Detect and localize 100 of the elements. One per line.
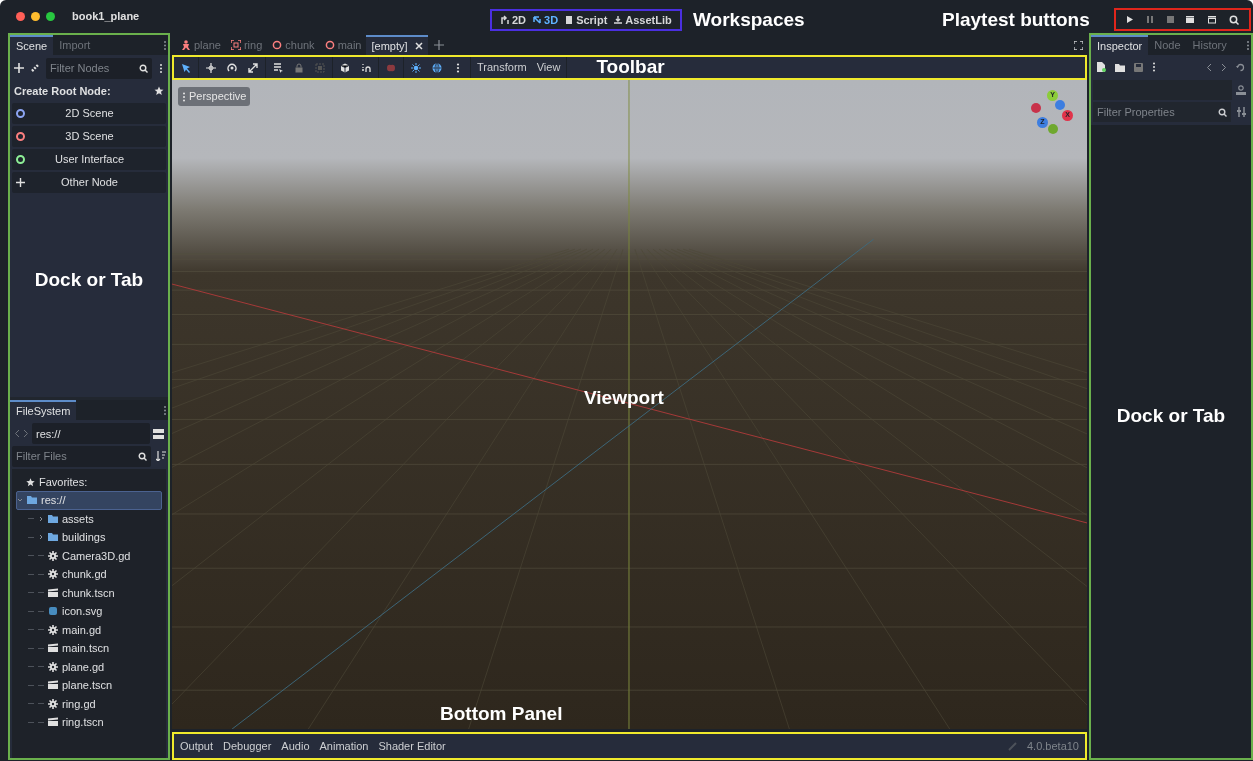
clapperboard-icon[interactable] xyxy=(1207,15,1218,24)
gizmo-ball-icon xyxy=(1031,103,1041,113)
search-box[interactable]: Filter Properties xyxy=(1093,102,1231,122)
pause-icon[interactable] xyxy=(1145,15,1154,24)
filter-field[interactable]: Filter Files xyxy=(16,447,138,465)
more-icon xyxy=(182,91,186,102)
panel-tab[interactable]: Inspector xyxy=(1091,35,1149,55)
gear-icon xyxy=(48,624,58,635)
favorites-item[interactable]: Favorites: xyxy=(12,473,166,491)
gizmo-ball-icon xyxy=(1055,100,1065,110)
bottom-panel-tab[interactable]: Animation xyxy=(319,737,369,755)
path-field[interactable]: res:// xyxy=(32,423,150,444)
annotation-label: Toolbar xyxy=(596,55,665,80)
gear-icon xyxy=(48,661,58,672)
section-heading: Create Root Node: xyxy=(14,83,111,99)
sort-icon[interactable] xyxy=(156,451,166,461)
search-box[interactable]: Filter Nodes xyxy=(46,57,152,79)
search-icon xyxy=(1218,107,1227,117)
bottom-panel-tab[interactable]: Audio xyxy=(281,737,310,755)
bracket-square-icon xyxy=(230,40,241,50)
document-tab[interactable]: [empty] xyxy=(366,35,428,55)
star-icon xyxy=(26,477,35,487)
workspace-tab[interactable]: Script xyxy=(564,11,608,29)
plus-icon xyxy=(16,178,25,187)
clapperboard-icon xyxy=(48,587,58,598)
lock-icon[interactable] xyxy=(294,62,304,73)
create-node-button[interactable]: Other Node xyxy=(12,172,166,193)
create-node-button[interactable]: 2D Scene xyxy=(12,103,166,124)
file-tree-item[interactable]: res:// xyxy=(16,491,162,510)
gizmo-ball-icon xyxy=(1048,124,1058,134)
split-view-icon[interactable] xyxy=(153,428,164,439)
cube-icon[interactable] xyxy=(340,62,350,73)
search-box[interactable]: Filter Files xyxy=(12,445,151,467)
create-node-button[interactable]: User Interface xyxy=(12,149,166,170)
figure-icon xyxy=(181,40,191,50)
clapperboard-icon xyxy=(48,643,58,654)
search-icon xyxy=(139,63,148,73)
bottom-panel-tab[interactable]: Output xyxy=(180,737,214,755)
workspace-tab[interactable]: AssetLib xyxy=(613,11,672,29)
spatial-icon xyxy=(532,15,543,25)
file-tree-item[interactable]: ring.tscn xyxy=(28,713,162,732)
more-icon[interactable] xyxy=(1152,62,1156,72)
search-icon[interactable] xyxy=(1229,14,1240,25)
gear-icon xyxy=(48,569,58,580)
folder-icon xyxy=(48,532,58,543)
file-tree-item[interactable]: main.tscn xyxy=(28,639,162,658)
select-arrow-icon[interactable] xyxy=(181,62,191,73)
file-tree-item[interactable]: chunk.gd xyxy=(28,565,162,584)
bottom-panel-tab[interactable]: Shader Editor xyxy=(378,737,446,755)
workspace-tab[interactable]: 3D xyxy=(532,11,559,29)
assetlib-icon xyxy=(613,15,624,25)
clapperboard-icon[interactable] xyxy=(1185,15,1196,24)
doc-search-icon[interactable] xyxy=(1236,84,1246,96)
file-tree-item[interactable]: plane.tscn xyxy=(28,676,162,695)
clapperboard-icon xyxy=(48,717,58,728)
fullscreen-icon[interactable] xyxy=(1074,40,1083,50)
workspace-tab[interactable]: 2D xyxy=(500,11,527,29)
play-icon[interactable] xyxy=(1125,15,1134,24)
file-tree-item[interactable]: icon.svg xyxy=(28,602,162,621)
menu-button[interactable]: Transform xyxy=(474,59,530,76)
window-title: book1_plane xyxy=(72,9,140,25)
move-icon[interactable] xyxy=(206,62,216,73)
file-tree-item[interactable]: Camera3D.gd xyxy=(28,546,162,565)
panel-tab[interactable]: FileSystem xyxy=(10,400,77,420)
star-icon[interactable] xyxy=(154,86,164,96)
file-tree-item[interactable]: main.gd xyxy=(28,620,162,639)
list-select-icon[interactable] xyxy=(273,62,283,73)
new-file-icon[interactable] xyxy=(1097,62,1106,72)
more-icon[interactable] xyxy=(158,62,164,74)
menu-button[interactable]: View xyxy=(533,59,564,76)
annotation-label: Bottom Panel xyxy=(440,701,563,726)
create-node-button[interactable]: 3D Scene xyxy=(12,126,166,147)
file-tree-item[interactable]: buildings xyxy=(28,528,162,547)
gear-icon xyxy=(48,550,58,561)
gear-icon xyxy=(48,698,58,709)
circle-icon xyxy=(272,40,283,50)
sun-icon[interactable] xyxy=(411,62,421,73)
globe-icon[interactable] xyxy=(432,62,442,73)
file-tree-item[interactable]: chunk.tscn xyxy=(28,583,162,602)
panel-tab[interactable]: Scene xyxy=(10,35,54,55)
scale-icon[interactable] xyxy=(248,62,258,73)
file-tree-item[interactable]: ring.gd xyxy=(28,694,162,713)
snap-icon[interactable] xyxy=(361,62,371,73)
bottom-panel-tab[interactable]: Debugger xyxy=(223,737,272,755)
stop-icon[interactable] xyxy=(1165,15,1174,24)
search-icon xyxy=(138,451,147,461)
filter-field[interactable]: Filter Nodes xyxy=(50,59,139,77)
file-tree-item[interactable]: plane.gd xyxy=(28,657,162,676)
annotation-label: Viewport xyxy=(584,386,664,410)
folder-icon[interactable] xyxy=(1115,62,1125,72)
annotation-label: Dock or Tab xyxy=(34,267,144,292)
clapperboard-icon xyxy=(48,680,58,691)
view-menu-button[interactable]: Perspective xyxy=(178,87,251,106)
close-icon[interactable] xyxy=(414,42,423,50)
history-icon[interactable] xyxy=(1236,62,1245,72)
tools-icon[interactable] xyxy=(1237,107,1246,117)
chain-link-icon[interactable] xyxy=(30,63,40,73)
file-tree-item[interactable]: assets xyxy=(28,509,162,528)
rotate-icon[interactable] xyxy=(227,62,237,73)
image-file-icon xyxy=(48,606,58,617)
